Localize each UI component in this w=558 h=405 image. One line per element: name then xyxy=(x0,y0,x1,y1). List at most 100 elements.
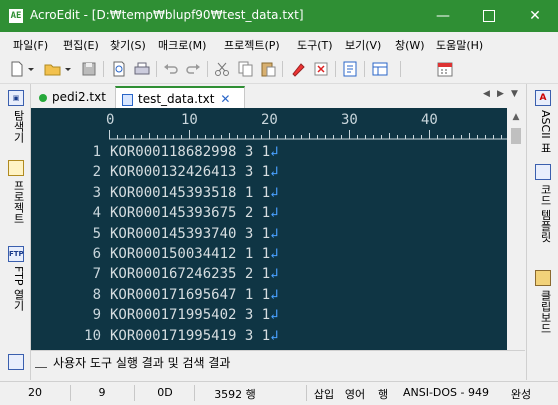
status-insert-mode[interactable]: 삽입 xyxy=(310,386,338,402)
menu-macro[interactable]: 매크로(M) xyxy=(158,37,206,53)
close-button[interactable]: ✕ xyxy=(512,0,558,32)
code-line[interactable]: KOR000167246235 2 1↲ xyxy=(110,266,279,282)
line-number: 8 xyxy=(92,286,101,303)
tab-next-icon[interactable]: ▶ xyxy=(497,89,504,99)
scroll-thumb[interactable] xyxy=(511,128,521,144)
status-column: 9 xyxy=(98,386,106,399)
close-tab-icon[interactable]: ✕ xyxy=(220,92,230,106)
menu-view[interactable]: 보기(V) xyxy=(345,37,381,53)
line-number: 3 xyxy=(92,184,101,201)
menu-project[interactable]: 프로젝트(P) xyxy=(224,37,280,53)
redo-icon[interactable] xyxy=(184,60,202,78)
ruler-label: 0 xyxy=(106,112,115,128)
scroll-up-icon[interactable]: ▲ xyxy=(507,108,525,126)
ascii-label: ASCII 표 xyxy=(539,110,552,154)
column-ruler: 0 10 20 30 40 xyxy=(31,108,507,144)
code-line[interactable]: KOR000145393518 1 1↲ xyxy=(110,185,279,201)
output-tab-label: 사용자 도구 실행 결과 및 검색 결과 xyxy=(53,356,231,370)
print-icon[interactable] xyxy=(133,60,151,78)
newline-mark: ↲ xyxy=(270,144,279,160)
code-text: KOR000167246235 2 1 xyxy=(110,266,271,283)
project-panel-tab[interactable]: 프로젝트 xyxy=(8,160,25,224)
ruler-label: 40 xyxy=(421,112,438,128)
line-number: 9 xyxy=(92,307,101,324)
menu-edit[interactable]: 편집(E) xyxy=(63,37,99,53)
document-icon[interactable] xyxy=(341,60,359,78)
highlight-icon[interactable] xyxy=(289,60,307,78)
tab-label: test_data.txt xyxy=(138,92,215,106)
text-editor[interactable]: 0 10 20 30 40 1 KOR000118682998 3 1↲ 2 KOR0… xyxy=(31,108,525,373)
newline-mark: ↲ xyxy=(270,184,279,201)
extra-panel-tab[interactable] xyxy=(8,354,24,370)
code-line[interactable]: KOR000171995402 3 1↲ xyxy=(110,307,279,323)
view-icon[interactable] xyxy=(371,60,389,78)
ruler-ticks xyxy=(109,130,507,140)
code-line[interactable]: KOR000150034412 1 1↲ xyxy=(110,246,279,262)
output-pane-tab[interactable]: 사용자 도구 실행 결과 및 검색 결과 xyxy=(31,350,525,373)
line-number: 4 xyxy=(92,205,101,222)
new-dropdown-icon[interactable] xyxy=(26,60,36,78)
ascii-panel-tab[interactable]: A ASCII 표 xyxy=(535,90,552,154)
undo-icon[interactable] xyxy=(162,60,180,78)
code-template-panel-tab[interactable]: 코드 템플릿 xyxy=(535,164,552,243)
open-folder-icon[interactable] xyxy=(44,60,62,78)
copy-icon[interactable] xyxy=(236,60,254,78)
minimize-button[interactable]: — xyxy=(420,0,466,32)
file-status-icon xyxy=(39,93,47,102)
paste-icon[interactable] xyxy=(259,60,277,78)
code-line[interactable]: KOR000118682998 3 1↲ xyxy=(110,144,279,160)
code-line[interactable]: KOR000171995419 3 1↲ xyxy=(110,328,279,344)
ftp-icon: FTP xyxy=(8,246,24,262)
left-side-panel: ▣ 탐색기 프로젝트 FTP FTP 열기 xyxy=(0,84,31,380)
ruler-label: 10 xyxy=(181,112,198,128)
open-dropdown-icon[interactable] xyxy=(63,60,73,78)
ascii-icon: A xyxy=(535,90,551,106)
line-number: 10 xyxy=(84,327,101,344)
new-file-icon[interactable] xyxy=(8,60,26,78)
cut-icon[interactable] xyxy=(213,60,231,78)
app-icon: AE xyxy=(9,9,23,23)
code-line[interactable]: KOR000145393675 2 1↲ xyxy=(110,205,279,221)
tab-label: pedi2.txt xyxy=(52,90,106,104)
calendar-icon[interactable] xyxy=(436,60,454,78)
menu-file[interactable]: 파일(F) xyxy=(13,37,48,53)
status-bar: 20 9 0D 3592 행 삽입 영어 행 ANSI-DOS - 949 완성 xyxy=(0,381,558,405)
tab-prev-icon[interactable]: ◀ xyxy=(483,89,490,99)
status-encoding[interactable]: ANSI-DOS - 949 xyxy=(396,386,496,399)
menu-tools[interactable]: 도구(T) xyxy=(297,37,333,53)
output-icon xyxy=(35,357,47,368)
explorer-panel-tab[interactable]: ▣ 탐색기 xyxy=(8,90,25,143)
newline-mark: ↲ xyxy=(270,225,279,242)
status-language[interactable]: 영어 xyxy=(341,386,369,402)
document-icon xyxy=(122,93,133,106)
code-text: KOR000150034412 1 1 xyxy=(110,246,271,262)
code-line[interactable]: KOR000171695647 1 1↲ xyxy=(110,287,279,303)
ruler-label: 20 xyxy=(261,112,278,128)
print-preview-icon[interactable] xyxy=(110,60,128,78)
status-line: 20 xyxy=(28,386,42,399)
newline-mark: ↲ xyxy=(270,307,279,324)
code-line[interactable]: KOR000145393740 3 1↲ xyxy=(110,226,279,242)
menu-help[interactable]: 도움말(H) xyxy=(436,37,483,53)
tab-pedi2[interactable]: pedi2.txt xyxy=(33,86,113,108)
tab-list-icon[interactable]: ▼ xyxy=(511,89,518,99)
ftp-panel-tab[interactable]: FTP FTP 열기 xyxy=(8,246,25,311)
save-icon[interactable] xyxy=(80,60,98,78)
newline-mark: ↲ xyxy=(270,286,279,303)
vertical-scrollbar[interactable]: ▲ xyxy=(507,108,525,373)
clear-icon[interactable] xyxy=(312,60,330,78)
menu-window[interactable]: 창(W) xyxy=(395,37,425,53)
clipboard-panel-tab[interactable]: 클립보드 xyxy=(535,270,552,334)
newline-mark: ↲ xyxy=(270,164,279,181)
code-text: KOR000145393518 1 1 xyxy=(110,184,271,201)
status-mode[interactable]: 행 xyxy=(374,386,392,402)
menu-find[interactable]: 찾기(S) xyxy=(110,37,146,53)
code-text: KOR000145393740 3 1 xyxy=(110,225,271,242)
document-tabs: pedi2.txt test_data.txt ✕ ◀ ▶ ▼ xyxy=(31,84,525,110)
maximize-button[interactable] xyxy=(466,0,512,32)
code-line[interactable]: KOR000132426413 3 1↲ xyxy=(110,164,279,180)
toolbar xyxy=(0,55,558,84)
line-number: 6 xyxy=(92,246,101,262)
tab-test-data[interactable]: test_data.txt ✕ xyxy=(115,86,245,110)
code-text: KOR000118682998 3 1 xyxy=(110,144,271,160)
